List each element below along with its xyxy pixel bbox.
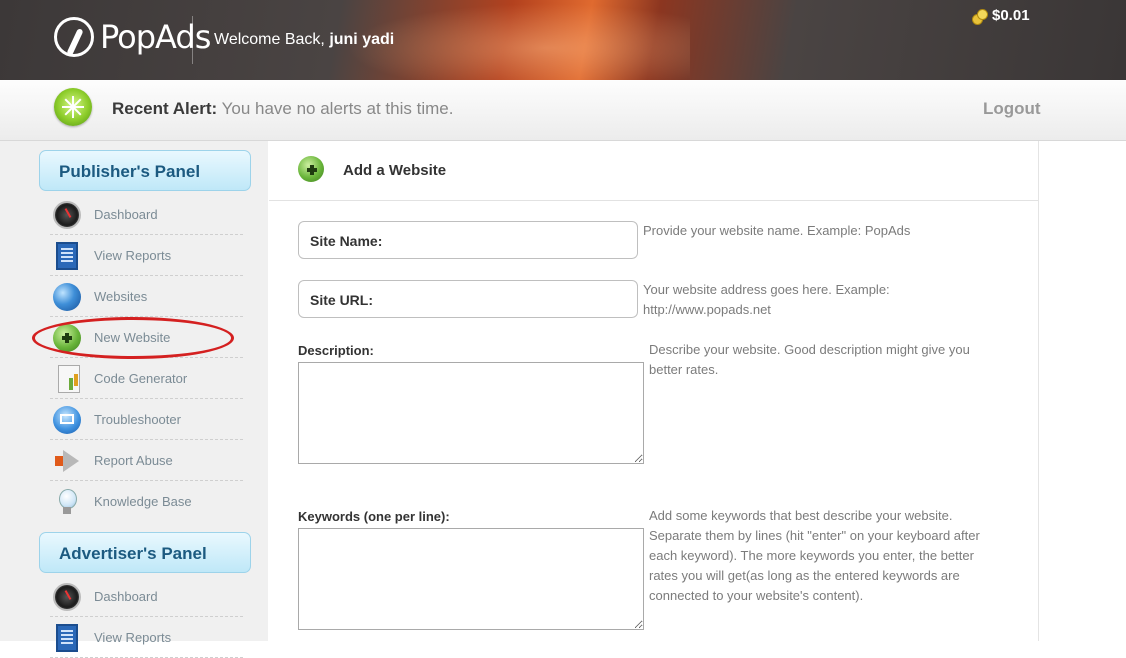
section-header: Add a Website (269, 141, 1038, 201)
sidebar-item-adv-view-reports[interactable]: View Reports (50, 618, 243, 658)
description-label: Description: (298, 343, 374, 358)
recent-alert: Recent Alert: You have no alerts at this… (112, 99, 453, 119)
site-url-input[interactable] (389, 287, 631, 313)
megaphone-icon (53, 447, 81, 475)
description-hint-line: better rates. (649, 362, 719, 377)
sidebar-item-label: Dashboard (94, 207, 158, 222)
report-icon (56, 624, 78, 652)
page-title: Add a Website (343, 162, 447, 179)
top-header: PopAds Welcome Back, juni yadi $0.01 (0, 0, 1126, 80)
site-name-input[interactable] (389, 228, 631, 254)
sidebar-item-label: View Reports (94, 630, 172, 645)
keywords-hint-line: each keyword). The more keywords you ent… (649, 548, 974, 563)
keywords-hint-line: Separate them by lines (hit "enter" on y… (649, 528, 980, 543)
site-name-hint: Provide your website name. Example: PopA… (643, 223, 911, 238)
sidebar-item-label: Knowledge Base (94, 494, 192, 509)
publisher-panel-header[interactable]: Publisher's Panel (39, 150, 251, 191)
sidebar-item-websites[interactable]: Websites (50, 277, 243, 317)
recent-alert-label: Recent Alert: (112, 99, 218, 118)
balance-amount: $0.01 (992, 7, 1030, 24)
site-url-hint-line: Your website address goes here. Example: (643, 282, 890, 297)
keywords-textarea[interactable] (298, 528, 644, 630)
sidebar-item-label: Troubleshooter (94, 412, 181, 427)
logout-link[interactable]: Logout (983, 99, 1041, 119)
lightbulb-icon (53, 488, 81, 516)
report-icon (56, 242, 78, 270)
advertiser-panel-header[interactable]: Advertiser's Panel (39, 532, 251, 573)
sidebar-item-adv-dashboard[interactable]: Dashboard (50, 577, 243, 617)
site-url-hint-line: http://www.popads.net (643, 302, 771, 317)
dashboard-icon (53, 201, 81, 229)
highlight-annotation (32, 317, 234, 359)
publisher-panel-title: Publisher's Panel (59, 162, 201, 181)
sidebar-item-troubleshooter[interactable]: Troubleshooter (50, 400, 243, 440)
sidebar-item-label: View Reports (94, 248, 172, 263)
dashboard-icon (53, 583, 81, 611)
keywords-hint: Add some keywords that best describe you… (649, 506, 980, 606)
sidebar-item-knowledge-base[interactable]: Knowledge Base (50, 482, 243, 522)
sidebar-item-label: Websites (94, 289, 148, 304)
sidebar-item-code-generator[interactable]: Code Generator (50, 359, 243, 399)
sidebar-item-view-reports[interactable]: View Reports (50, 236, 243, 276)
account-balance[interactable]: $0.01 (972, 7, 1030, 25)
header-divider (192, 16, 193, 64)
site-url-label: Site URL: (310, 292, 373, 308)
popads-logo[interactable]: PopAds (54, 17, 211, 57)
recent-alert-message: You have no alerts at this time. (221, 99, 454, 118)
main-content: Add a Website Site Name: Provide your we… (269, 141, 1039, 641)
welcome-message: Welcome Back, juni yadi (214, 31, 394, 49)
description-textarea[interactable] (298, 362, 644, 464)
keywords-label: Keywords (one per line): (298, 509, 450, 524)
sidebar-item-report-abuse[interactable]: Report Abuse (50, 441, 243, 481)
troubleshooter-icon (53, 406, 81, 434)
username: juni yadi (329, 31, 395, 48)
sidebar-item-dashboard[interactable]: Dashboard (50, 195, 243, 235)
keywords-hint-line: connected to your website's content). (649, 588, 864, 603)
popads-logo-icon (54, 17, 94, 57)
description-hint: Describe your website. Good description … (649, 340, 970, 380)
alert-icon (54, 88, 92, 126)
coins-icon (972, 8, 988, 25)
sidebar-item-label: Report Abuse (94, 453, 173, 468)
alert-bar: Recent Alert: You have no alerts at this… (0, 80, 1126, 141)
code-generator-icon (58, 365, 80, 393)
keywords-hint-line: Add some keywords that best describe you… (649, 508, 953, 523)
keywords-hint-line: rates you will get(as long as the entere… (649, 568, 960, 583)
site-url-hint: Your website address goes here. Example:… (643, 280, 890, 320)
site-name-label: Site Name: (310, 233, 383, 249)
advertiser-panel-title: Advertiser's Panel (59, 544, 207, 563)
description-hint-line: Describe your website. Good description … (649, 342, 970, 357)
welcome-prefix: Welcome Back, (214, 31, 325, 48)
sidebar-item-label: Dashboard (94, 589, 158, 604)
add-website-icon (298, 156, 324, 182)
brand-name: PopAds (100, 18, 211, 56)
sidebar: Publisher's Panel Dashboard View Reports… (0, 141, 268, 658)
sidebar-item-label: Code Generator (94, 371, 188, 386)
site-name-field[interactable]: Site Name: (298, 221, 638, 259)
site-url-field[interactable]: Site URL: (298, 280, 638, 318)
globe-icon (53, 283, 81, 311)
